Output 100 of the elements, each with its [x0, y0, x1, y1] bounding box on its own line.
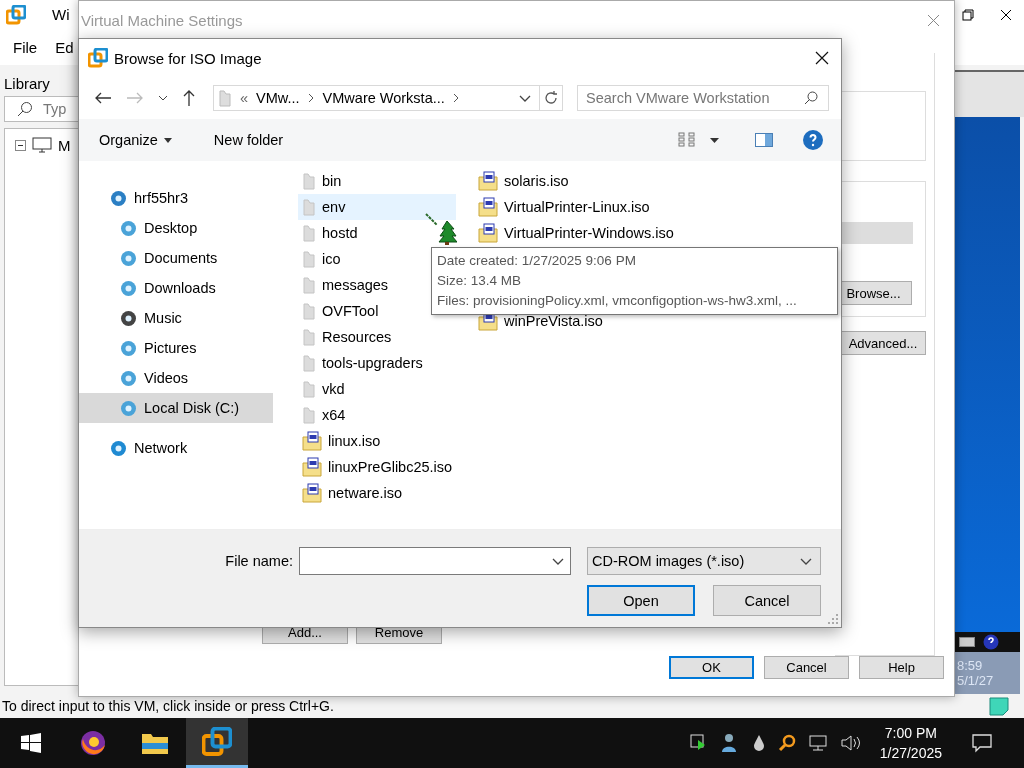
tooltip-line: Date created: 1/27/2025 9:06 PM	[437, 252, 637, 270]
folder-entry[interactable]: OVFTool	[298, 298, 383, 324]
folder-entry[interactable]: vkd	[298, 376, 349, 402]
keyboard-icon	[959, 636, 975, 647]
library-title: Library	[4, 74, 51, 92]
toolbar-button[interactable]: New folder	[205, 128, 292, 152]
speaker-icon[interactable]	[839, 734, 862, 752]
music-icon	[120, 309, 137, 327]
tooltip-line: Size: 13.4 MB	[437, 272, 523, 290]
globe-icon	[110, 439, 127, 457]
nav-item[interactable]: Pictures	[79, 333, 281, 363]
nav-item[interactable]: Downloads	[79, 273, 281, 303]
tree-cursor-icon	[425, 213, 457, 245]
windows-logo-icon	[21, 733, 41, 753]
close-icon[interactable]	[1000, 8, 1012, 21]
resize-grip-icon[interactable]	[828, 614, 838, 624]
nav-item[interactable]: Network	[79, 433, 281, 463]
overlapping-squares-icon	[6, 4, 26, 25]
chevron-icon[interactable]	[452, 93, 460, 103]
help-icon	[983, 633, 999, 650]
menu-item[interactable]: Ed	[55, 38, 74, 56]
folder-icon	[302, 380, 316, 398]
disc-image-entry[interactable]: linux.iso	[298, 428, 385, 454]
folder-icon	[302, 302, 316, 320]
search-icon	[17, 100, 33, 117]
folder-icon	[302, 354, 316, 372]
folder-icon	[141, 731, 169, 755]
tree-item[interactable]: M	[58, 136, 71, 154]
restore-icon[interactable]	[962, 8, 974, 21]
preview-pane-icon[interactable]	[755, 133, 773, 147]
back-arrow-icon[interactable]	[94, 91, 112, 105]
folder-entry[interactable]: env	[298, 194, 456, 220]
breadcrumb-item[interactable]: VMw...	[256, 90, 300, 106]
folder-entry[interactable]: hostd	[298, 220, 362, 246]
library-icon	[120, 279, 137, 297]
caret-icon	[163, 137, 172, 143]
clock-date: 1/27/2025	[879, 744, 942, 763]
dialog-button[interactable]: Help	[859, 656, 944, 679]
nav-item[interactable]: hrf55hr3	[79, 183, 281, 213]
folder-icon	[302, 276, 316, 294]
folder-entry[interactable]: bin	[298, 168, 346, 194]
breadcrumb-item[interactable]: VMware Worksta...	[322, 90, 445, 106]
status-text: To direct input to this VM, click inside or press Ctrl+G.	[2, 697, 334, 714]
clock-time: 7:00 PM	[884, 724, 937, 743]
monitor-icon	[32, 137, 52, 154]
monitor-icon	[110, 189, 127, 207]
menu-item[interactable]: File	[13, 38, 38, 56]
disc-image-entry[interactable]: netware.iso	[298, 480, 407, 506]
clock-time: 8:59	[957, 657, 984, 673]
magnifier-icon[interactable]	[777, 734, 796, 752]
caret-icon[interactable]	[158, 95, 168, 101]
file-type-dropdown[interactable]: CD-ROM images (*.iso)	[587, 547, 821, 575]
caret-icon[interactable]	[552, 557, 564, 565]
disc-image-icon	[478, 197, 498, 217]
disc-image-entry[interactable]: solaris.iso	[474, 168, 573, 194]
disc-image-icon	[478, 223, 498, 243]
collapse-icon[interactable]	[15, 139, 26, 151]
taskbar-button[interactable]	[186, 718, 248, 768]
dialog-button[interactable]: Cancel	[713, 585, 821, 616]
chevron-icon[interactable]	[307, 93, 315, 103]
disc-image-entry[interactable]: linuxPreGlibc25.iso	[298, 454, 457, 480]
drop-icon[interactable]	[751, 734, 766, 752]
search-field[interactable]: Search VMware Workstation	[577, 85, 829, 111]
library-icon	[120, 249, 137, 267]
dialog-button[interactable]: OK	[669, 656, 754, 679]
nav-item[interactable]: Local Disk (C:)	[79, 393, 273, 423]
nav-item[interactable]: Music	[79, 303, 281, 333]
folder-entry[interactable]: Resources	[298, 324, 396, 350]
disc-image-icon	[302, 457, 322, 477]
toolbar-button[interactable]: Organize	[91, 128, 180, 152]
file-name-field[interactable]	[299, 547, 571, 575]
folder-entry[interactable]: x64	[298, 402, 350, 428]
close-icon[interactable]	[815, 51, 829, 65]
network-icon[interactable]	[807, 734, 828, 752]
help-icon[interactable]	[803, 130, 823, 150]
caret-icon[interactable]	[519, 94, 531, 102]
dialog-button[interactable]: Cancel	[764, 656, 849, 679]
folder-entry[interactable]: tools-upgraders	[298, 350, 427, 376]
disc-image-entry[interactable]: VirtualPrinter-Linux.iso	[474, 194, 654, 220]
nav-item[interactable]: Videos	[79, 363, 281, 393]
disc-image-entry[interactable]: VirtualPrinter-Windows.iso	[474, 220, 678, 246]
window-title: Wi	[52, 6, 70, 24]
dialog-button[interactable]: Open	[587, 585, 695, 616]
overlapping-squares-icon	[202, 726, 232, 757]
folder-icon	[302, 198, 316, 216]
view-options-icon[interactable]	[678, 132, 698, 148]
folder-icon	[302, 172, 316, 190]
refresh-icon[interactable]	[543, 90, 559, 106]
folder-entry[interactable]: ico	[298, 246, 345, 272]
nav-item[interactable]: Documents	[79, 243, 281, 273]
notification-icon[interactable]	[972, 733, 992, 753]
nav-item[interactable]: Desktop	[79, 213, 281, 243]
address-bar[interactable]: « VMw... VMware Worksta...	[213, 85, 563, 111]
disc-image-icon	[302, 483, 322, 503]
window-title: Virtual Machine Settings	[81, 11, 243, 29]
caret-icon[interactable]	[710, 137, 719, 143]
advanced-button[interactable]: Advanced...	[840, 331, 926, 355]
library-icon	[120, 369, 137, 387]
folder-entry[interactable]: messages	[298, 272, 393, 298]
up-arrow-icon[interactable]	[182, 89, 196, 107]
